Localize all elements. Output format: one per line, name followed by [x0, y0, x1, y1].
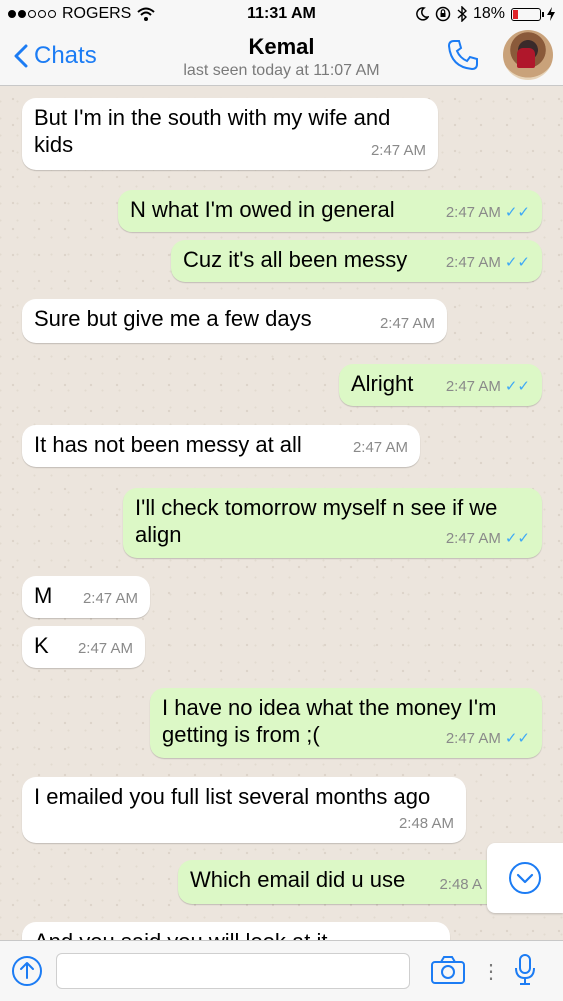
chevron-down-circle-icon: [509, 862, 541, 894]
arrow-up-icon: [20, 962, 34, 979]
message-time: 2:47 AM: [82, 590, 138, 607]
call-button[interactable]: [446, 38, 480, 77]
message-input[interactable]: [56, 953, 410, 989]
message-time: 2:47 AM: [445, 204, 501, 221]
message-time: 2:47 AM: [445, 530, 501, 547]
message-bubble[interactable]: It has not been messy at all 2:47 AM: [22, 425, 420, 467]
message-time: 2:47 AM: [352, 439, 408, 456]
message-bubble[interactable]: And you said you will look at it: [22, 922, 450, 940]
read-ticks-icon: ✓✓: [504, 204, 530, 221]
message-time: 2:47 AM: [445, 254, 501, 271]
microphone-button[interactable]: [513, 953, 537, 992]
message-bubble[interactable]: Cuz it's all been messy 2:47 AM ✓✓: [171, 240, 542, 282]
chat-header: Chats Kemal last seen today at 11:07 AM: [0, 30, 563, 86]
battery-percent: 18%: [472, 5, 505, 22]
message-text: And you said you will look at it: [34, 929, 328, 940]
moon-icon: [416, 7, 429, 21]
message-bubble[interactable]: N what I'm owed in general 2:47 AM ✓✓: [118, 190, 542, 232]
message-bubble[interactable]: I'll check tomorrow myself n see if we a…: [123, 488, 542, 558]
microphone-icon: [515, 954, 535, 985]
message-text: But I'm in the south with my wife and ki…: [34, 105, 391, 157]
message-bubble[interactable]: Sure but give me a few days 2:47 AM: [22, 299, 447, 343]
message-text: Which email did u use: [190, 867, 406, 892]
camera-icon: [431, 956, 465, 984]
message-bubble[interactable]: Alright 2:47 AM ✓✓: [339, 364, 542, 406]
camera-button[interactable]: [430, 955, 466, 990]
message-bubble[interactable]: I have no idea what the money I'm gettin…: [150, 688, 542, 758]
read-ticks-icon: ✓✓: [504, 378, 530, 395]
message-text: I'll check tomorrow myself n see if we a…: [135, 495, 498, 547]
attach-button[interactable]: [12, 956, 42, 986]
message-text: K: [34, 633, 49, 658]
message-bubble[interactable]: But I'm in the south with my wife and ki…: [22, 98, 438, 170]
message-time: 2:48 A: [439, 876, 482, 893]
message-time: 2:47 AM: [77, 640, 133, 657]
message-time: 2:47 AM: [370, 142, 426, 159]
message-text: It has not been messy at all: [34, 432, 302, 457]
bluetooth-icon: [457, 6, 467, 22]
rotation-lock-icon: [435, 6, 451, 22]
message-bubble[interactable]: M 2:47 AM: [22, 576, 150, 618]
message-text: Alright: [351, 371, 414, 396]
scroll-to-bottom-button[interactable]: [487, 843, 563, 913]
charging-icon: [547, 7, 555, 21]
avatar[interactable]: [503, 30, 553, 80]
read-ticks-icon: ✓✓: [504, 530, 530, 547]
message-bubble[interactable]: K 2:47 AM: [22, 626, 145, 668]
message-text: N what I'm owed in general: [130, 197, 395, 222]
status-bar: ROGERS 11:31 AM 18%: [0, 0, 563, 30]
message-time: 2:47 AM: [379, 315, 435, 332]
battery-icon: [511, 7, 544, 21]
message-bubble[interactable]: I emailed you full list several months a…: [22, 777, 466, 843]
read-ticks-icon: ✓✓: [504, 730, 530, 747]
message-text: Sure but give me a few days: [34, 306, 312, 331]
phone-icon: [447, 40, 478, 71]
read-ticks-icon: ✓✓: [504, 254, 530, 271]
message-time: 2:48 AM: [398, 815, 454, 832]
message-time: 2:47 AM: [445, 730, 501, 747]
message-input-bar: ⋮: [0, 940, 563, 1001]
message-text: Cuz it's all been messy: [183, 247, 408, 272]
separator-dots: ⋮: [481, 961, 501, 983]
message-text: M: [34, 583, 53, 608]
chat-area[interactable]: But I'm in the south with my wife and ki…: [0, 86, 563, 940]
message-time: 2:47 AM: [445, 378, 501, 395]
message-text: I emailed you full list several months a…: [34, 784, 431, 809]
